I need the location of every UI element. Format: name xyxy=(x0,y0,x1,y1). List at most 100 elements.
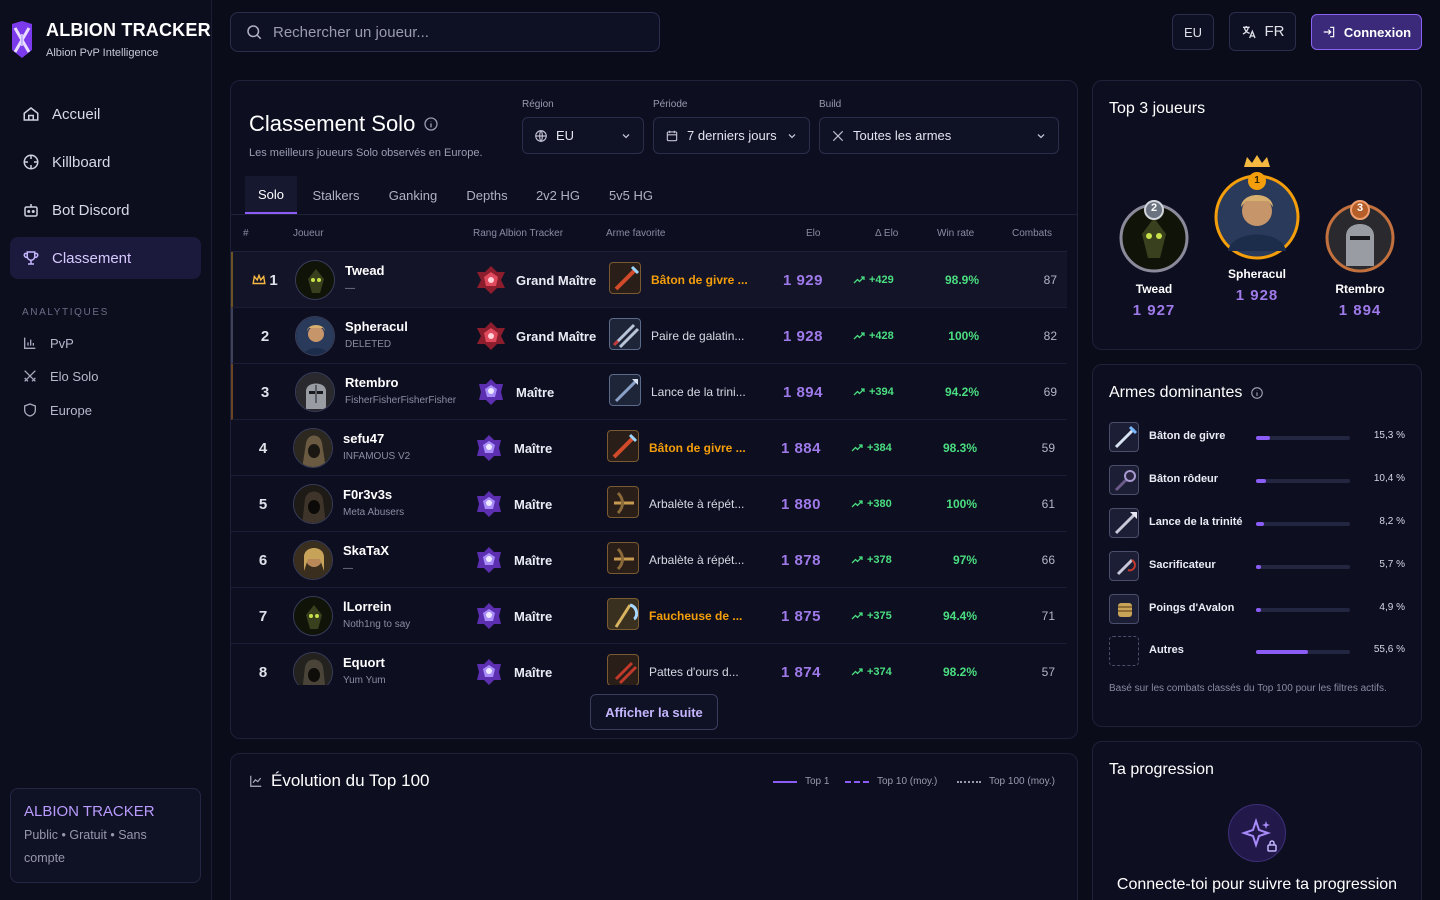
sidebar: ALBION TRACKER Albion PvP Intelligence A… xyxy=(0,0,212,900)
language-button[interactable]: FR xyxy=(1229,12,1296,51)
rank-cell: 6 xyxy=(258,551,268,569)
legend-label: Top 100 (moy.) xyxy=(989,776,1055,787)
guild-name: — xyxy=(345,283,355,294)
podium-first[interactable]: 1 Spheracul 1 928 xyxy=(1214,155,1300,304)
weapon-share-bar xyxy=(1256,565,1350,569)
grandmaster-rank-icon xyxy=(475,264,507,296)
weapon-name: Bâton de givre ... xyxy=(651,273,748,287)
tier-label: Maître xyxy=(516,384,555,400)
search-input[interactable] xyxy=(273,23,643,41)
nav-label: Accueil xyxy=(52,105,101,123)
column-header-delta[interactable]: Δ Elo xyxy=(875,228,898,239)
crown-icon xyxy=(252,274,266,286)
table-row[interactable]: 8 Equort Yum Yum Maître Pattes d'ours d.… xyxy=(231,644,1067,685)
player-name[interactable]: SkaTaX xyxy=(343,543,389,558)
master-rank-icon xyxy=(475,376,507,408)
sub-nav-label: PvP xyxy=(50,335,74,351)
master-rank-icon xyxy=(473,544,505,576)
table-row[interactable]: 4 sefu47 INFAMOUS V2 Maître Bâton de giv… xyxy=(231,420,1067,476)
table-row[interactable]: 2 Spheracul DELETED Grand Maître Paire d… xyxy=(231,308,1067,364)
legend-top-100: Top 100 (moy.) xyxy=(957,776,1055,787)
weapon-share-row[interactable]: Bâton rôdeur 10,4 % xyxy=(1109,465,1409,497)
progress-cta: Connecte-toi pour suivre ta progression xyxy=(1116,876,1398,893)
player-name[interactable]: sefu47 xyxy=(343,431,384,446)
weapon-share-name: Lance de la trinité xyxy=(1149,516,1243,528)
weapon-share-percent: 5,7 % xyxy=(1379,559,1405,570)
column-header-winrate[interactable]: Win rate xyxy=(937,228,974,239)
player-name[interactable]: Spheracul xyxy=(345,319,408,334)
podium-elo: 1 928 xyxy=(1235,287,1279,304)
period-select[interactable]: 7 derniers jours xyxy=(653,117,810,154)
elo-value: 1 880 xyxy=(780,495,821,513)
player-name[interactable]: Equort xyxy=(343,655,385,670)
rank-cell: 8 xyxy=(258,663,268,681)
win-rate: 97% xyxy=(952,553,977,567)
login-button[interactable]: Connexion xyxy=(1311,14,1422,50)
avatar xyxy=(295,260,335,300)
weapon-share-row[interactable]: Poings d'Avalon 4,9 % xyxy=(1109,594,1409,626)
tab-2v2-hg[interactable]: 2v2 HG xyxy=(530,176,586,214)
period-select-value: 7 derniers jours xyxy=(687,128,777,143)
weapon-share-row[interactable]: Bâton de givre 15,3 % xyxy=(1109,422,1409,454)
sub-nav-elo-solo[interactable]: Elo Solo xyxy=(22,368,98,384)
legend-label: Top 10 (moy.) xyxy=(877,776,938,787)
nav-bot-discord[interactable]: Bot Discord xyxy=(10,189,201,231)
search-bar[interactable] xyxy=(230,12,660,52)
nav-classement[interactable]: Classement xyxy=(10,237,201,279)
weapon-share-row[interactable]: Lance de la trinité 8,2 % xyxy=(1109,508,1409,540)
player-name[interactable]: F0r3v3s xyxy=(343,487,392,502)
rank-cell: 3 xyxy=(260,383,270,401)
avatar xyxy=(295,372,335,412)
table-scrollbar[interactable] xyxy=(1067,252,1077,685)
table-row[interactable]: 3 Rtembro FisherFisherFisherFisher Maîtr… xyxy=(231,364,1067,420)
trend-up-icon xyxy=(853,387,865,397)
win-rate: 98.9% xyxy=(944,273,979,287)
region-select[interactable]: EU xyxy=(522,117,644,154)
sub-nav-europe[interactable]: Europe xyxy=(22,402,92,418)
page-title: Classement Solo xyxy=(249,111,416,136)
tab-depths[interactable]: Depths xyxy=(459,176,515,214)
tab-ganking[interactable]: Ganking xyxy=(381,176,445,214)
weapon-share-bar xyxy=(1256,436,1350,440)
repeating-crossbow-weapon-icon xyxy=(607,542,639,574)
sub-nav-pvp[interactable]: PvP xyxy=(22,335,74,351)
weapon-share-percent: 8,2 % xyxy=(1379,516,1405,527)
weapon-share-row[interactable]: Autres 55,6 % xyxy=(1109,636,1409,668)
tab-stalkers[interactable]: Stalkers xyxy=(305,176,367,214)
player-name[interactable]: Twead xyxy=(345,263,385,278)
trinity-spear-weapon-icon xyxy=(609,374,641,406)
avalonian-fists-icon xyxy=(1109,594,1139,624)
player-name[interactable]: Rtembro xyxy=(345,375,398,390)
column-header-fights[interactable]: Combats xyxy=(1012,228,1052,239)
table-row[interactable]: 7 lLorrein Noth1ng to say Maître Faucheu… xyxy=(231,588,1067,644)
podium-avatar: 1 xyxy=(1214,155,1300,261)
nav-home[interactable]: Accueil xyxy=(10,93,201,135)
player-name[interactable]: lLorrein xyxy=(343,599,391,614)
column-header-elo[interactable]: Elo xyxy=(806,228,820,239)
leaderboard-title: Classement Solo xyxy=(249,111,439,137)
elo-value: 1 874 xyxy=(780,663,821,681)
show-more-button[interactable]: Afficher la suite xyxy=(590,694,718,730)
table-row[interactable]: 5 F0r3v3s Meta Abusers Maître Arbalète à… xyxy=(231,476,1067,532)
weapon-share-row[interactable]: Sacrificateur 5,7 % xyxy=(1109,551,1409,583)
elo-delta: +428 xyxy=(853,308,894,364)
sub-nav-label: Elo Solo xyxy=(50,368,99,384)
podium-avatar: 2 xyxy=(1118,200,1190,274)
frost-staff-weapon-icon xyxy=(609,262,641,294)
nav-label: Bot Discord xyxy=(52,201,130,219)
region-button[interactable]: EU xyxy=(1172,14,1214,50)
table-row[interactable]: 6 SkaTaX — Maître Arbalète à répét... 1 … xyxy=(231,532,1067,588)
sacrificer-icon xyxy=(1109,551,1139,581)
elo-delta: +374 xyxy=(851,644,892,685)
podium-third[interactable]: 3 Rtembro 1 894 xyxy=(1324,200,1396,319)
table-row[interactable]: 1 Twead — Grand Maître Bâton de givre ..… xyxy=(231,252,1067,308)
tab-5v5-hg[interactable]: 5v5 HG xyxy=(601,176,661,214)
nav-killboard[interactable]: Killboard xyxy=(10,141,201,183)
elo-delta-value: +374 xyxy=(867,666,892,678)
info-icon[interactable] xyxy=(1250,386,1264,400)
tab-solo[interactable]: Solo xyxy=(245,176,297,214)
podium-second[interactable]: 2 Twead 1 927 xyxy=(1118,200,1190,319)
period-filter-label: Période xyxy=(653,99,688,110)
info-icon[interactable] xyxy=(423,116,439,132)
build-select[interactable]: Toutes les armes xyxy=(819,117,1059,154)
